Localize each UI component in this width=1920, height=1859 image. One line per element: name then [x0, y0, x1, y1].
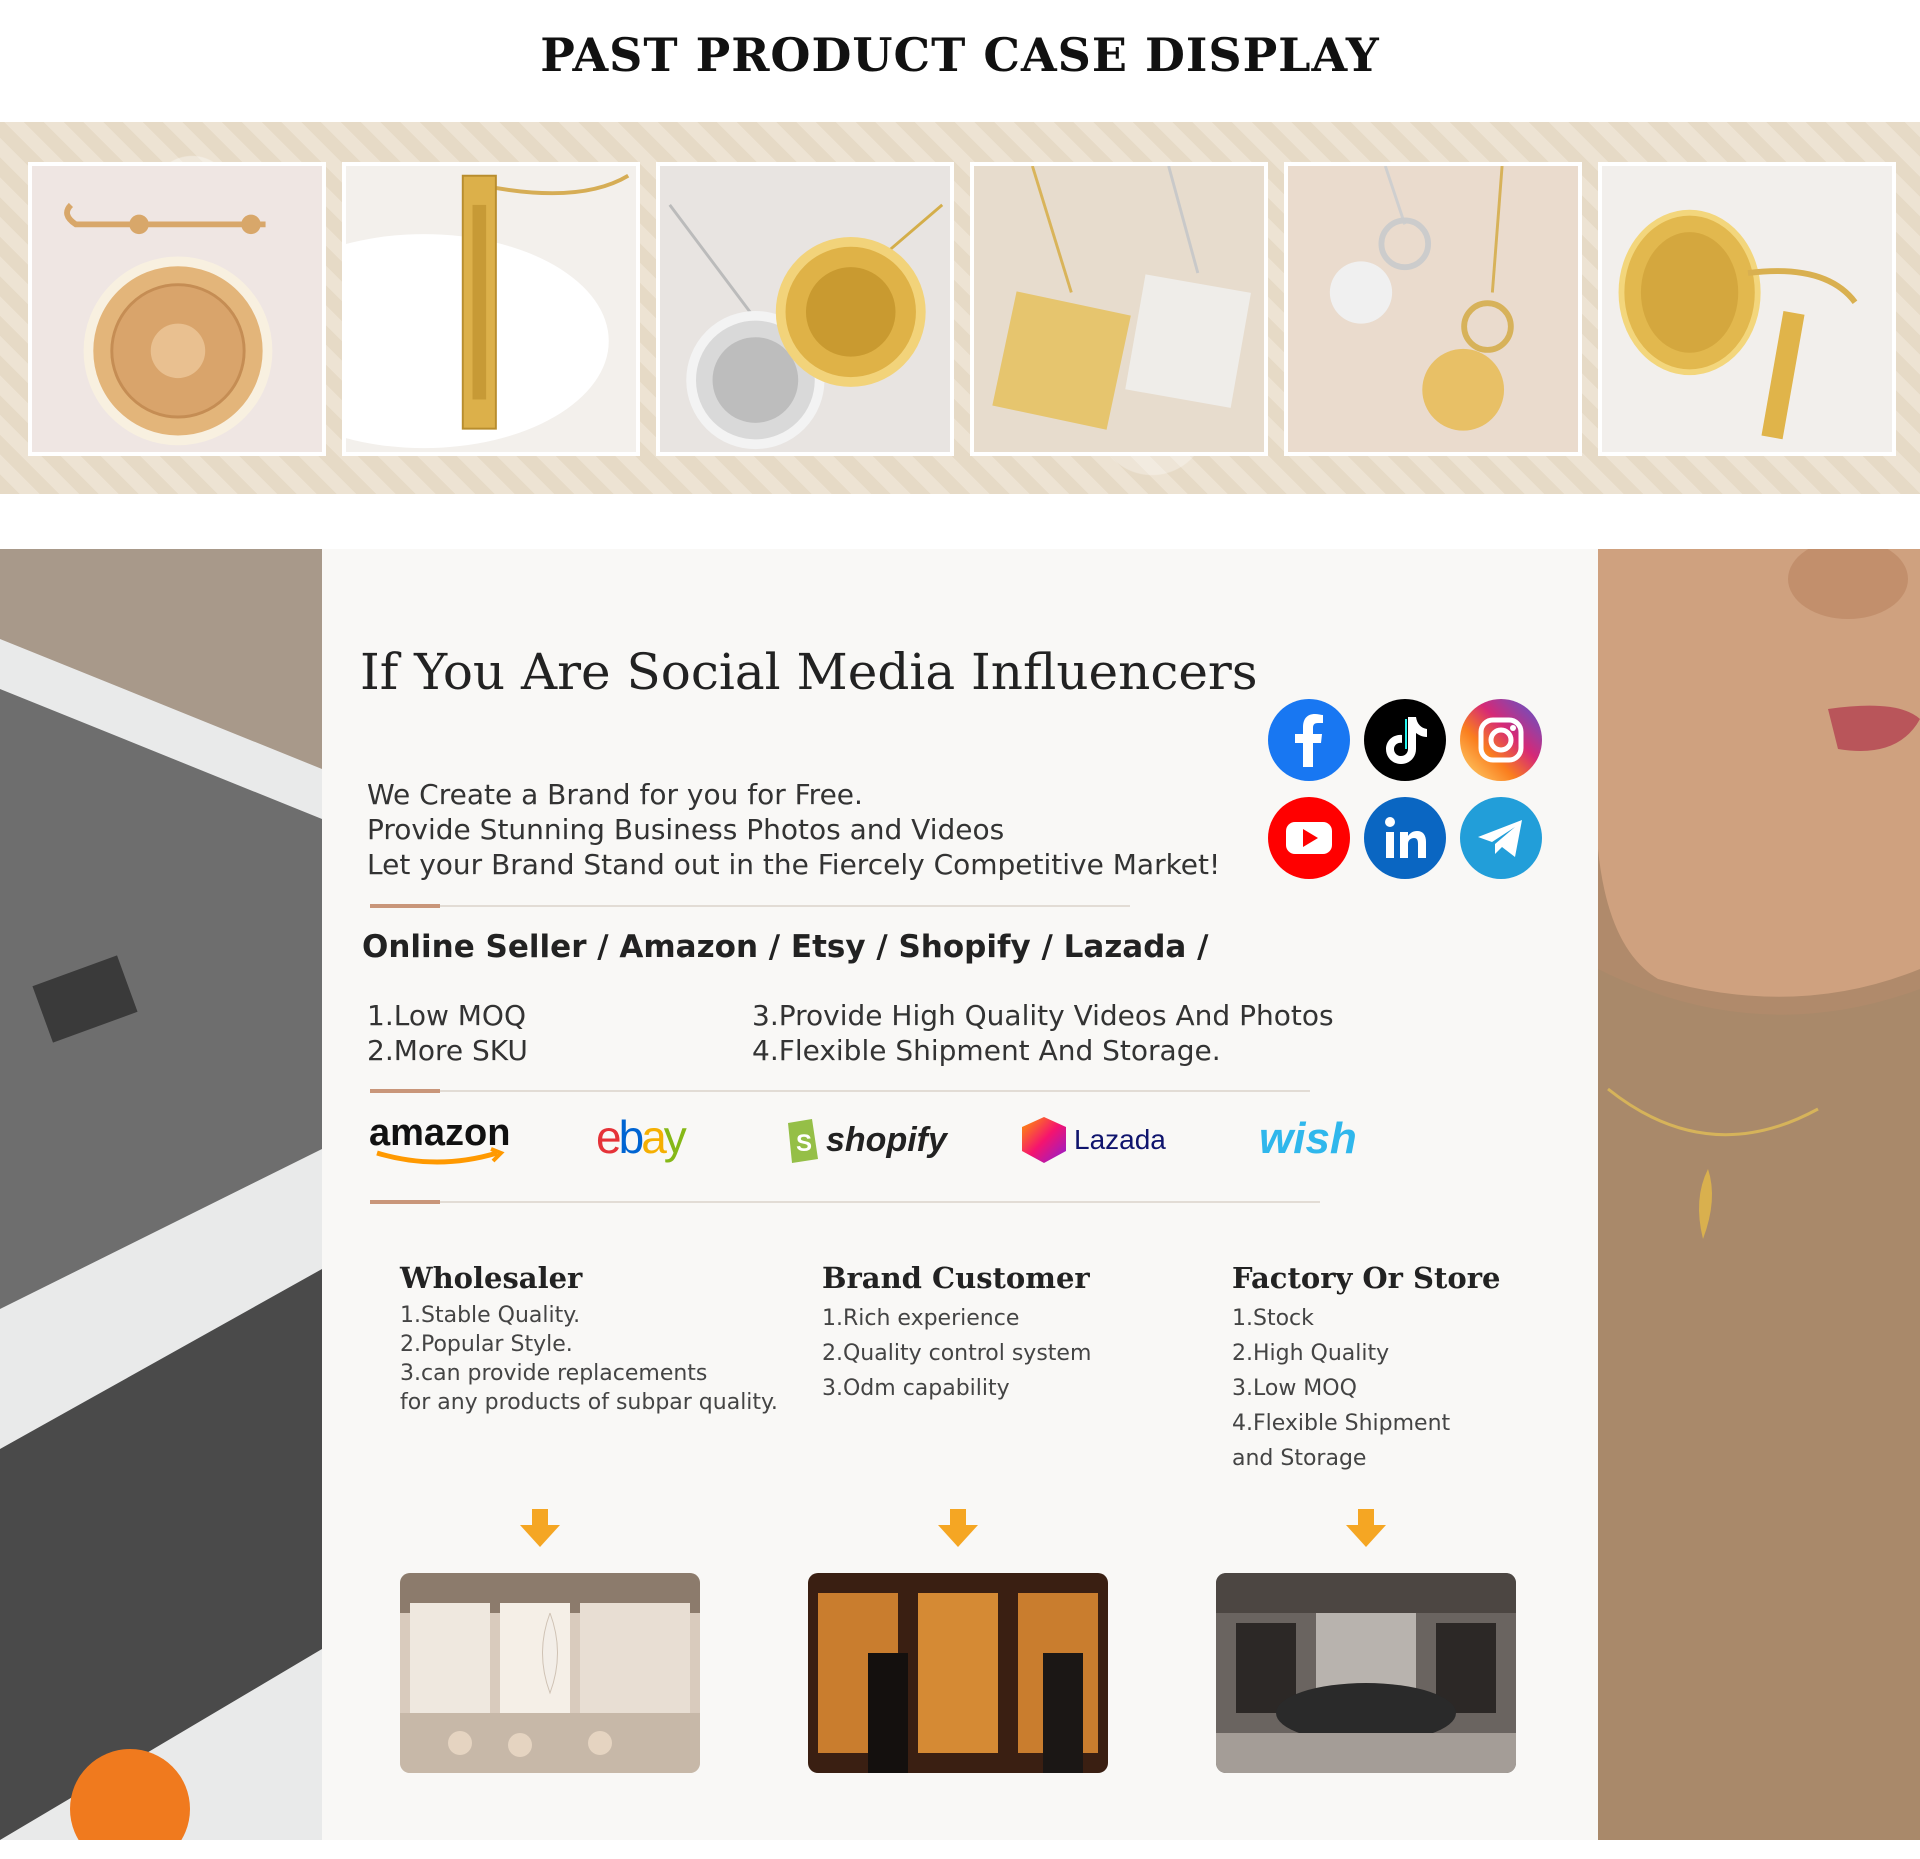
divider: [370, 1089, 1310, 1093]
lazada-logo-text: Lazada: [1074, 1124, 1166, 1155]
arrow-down-icon: [518, 1509, 562, 1549]
wholesaler-title: Wholesaler: [400, 1261, 583, 1295]
youtube-icon[interactable]: [1268, 797, 1350, 879]
intro-text: We Create a Brand for you for Free. Prov…: [367, 777, 1220, 882]
instagram-icon[interactable]: [1460, 699, 1542, 781]
ring-and-bar-photo[interactable]: [1598, 162, 1896, 456]
intro-line: Let your Brand Stand out in the Fiercely…: [367, 848, 1221, 881]
feature-item: 2.More SKU: [367, 1034, 528, 1067]
svg-text:S: S: [796, 1130, 812, 1157]
shopify-logo-text: shopify: [826, 1121, 949, 1159]
feature-item: 4.Flexible Shipment And Storage.: [752, 1034, 1221, 1067]
amazon-logo[interactable]: amazon: [367, 1109, 527, 1169]
intro-line: We Create a Brand for you for Free.: [367, 778, 863, 811]
product-gallery: [0, 122, 1920, 494]
list-item: 2.Popular Style.: [400, 1332, 573, 1357]
lazada-logo[interactable]: Lazada: [1018, 1109, 1178, 1169]
safety-pin-pendant-photo[interactable]: [28, 162, 326, 456]
panel-title: If You Are Social Media Influencers: [360, 643, 1258, 701]
list-item: for any products of subpar quality.: [400, 1390, 778, 1415]
notebook-pendants-photo[interactable]: [970, 162, 1268, 456]
wish-logo[interactable]: wish: [1257, 1109, 1387, 1169]
divider: [370, 904, 1130, 908]
linkedin-icon[interactable]: [1364, 797, 1446, 879]
lower-section: If You Are Social Media Influencers We C…: [0, 549, 1920, 1840]
factory-store-list: 1.Stock 2.High Quality 3.Low MOQ 4.Flexi…: [1232, 1301, 1450, 1476]
amazon-logo-text: amazon: [369, 1112, 510, 1154]
telegram-icon[interactable]: [1460, 797, 1542, 879]
arrow-down-icon: [936, 1509, 980, 1549]
list-item: and Storage: [1232, 1446, 1367, 1471]
list-item: 2.High Quality: [1232, 1341, 1390, 1366]
list-item: 1.Rich experience: [822, 1306, 1020, 1331]
bar-necklace-photo[interactable]: [342, 162, 640, 456]
online-seller-heading: Online Seller / Amazon / Etsy / Shopify …: [362, 929, 1209, 965]
factory-store-photo[interactable]: [1216, 1573, 1516, 1773]
factory-store-title: Factory Or Store: [1232, 1261, 1501, 1295]
list-item: 3.Odm capability: [822, 1376, 1010, 1401]
ebay-logo[interactable]: ebay: [594, 1109, 714, 1169]
list-item: 3.Low MOQ: [1232, 1376, 1357, 1401]
feature-item: 3.Provide High Quality Videos And Photos: [752, 999, 1334, 1032]
brand-customer-title: Brand Customer: [822, 1261, 1090, 1295]
ebay-logo-text: ebay: [596, 1111, 687, 1163]
intro-line: Provide Stunning Business Photos and Vid…: [367, 813, 1005, 846]
list-item: 1.Stable Quality.: [400, 1303, 581, 1328]
list-item: 2.Quality control system: [822, 1341, 1092, 1366]
magazine-background-photo: [0, 549, 322, 1840]
divider: [370, 1200, 1320, 1204]
wholesale-display-photo[interactable]: [400, 1573, 700, 1773]
shopify-logo[interactable]: S shopify: [782, 1109, 952, 1169]
feature-item: 1.Low MOQ: [367, 999, 526, 1032]
toggle-necklaces-photo[interactable]: [1284, 162, 1582, 456]
locket-necklaces-photo[interactable]: [656, 162, 954, 456]
content-panel: If You Are Social Media Influencers We C…: [322, 549, 1598, 1840]
page-title: PAST PRODUCT CASE DISPLAY: [540, 28, 1380, 82]
arrow-down-icon: [1344, 1509, 1388, 1549]
list-item: 3.can provide replacements: [400, 1361, 708, 1386]
facebook-icon[interactable]: [1268, 699, 1350, 781]
wish-logo-text: wish: [1259, 1114, 1357, 1163]
tiktok-icon[interactable]: [1364, 699, 1446, 781]
brand-store-photo[interactable]: [808, 1573, 1108, 1773]
list-item: 1.Stock: [1232, 1306, 1314, 1331]
wholesaler-list: 1.Stable Quality. 2.Popular Style. 3.can…: [400, 1301, 778, 1417]
model-necklace-photo: [1598, 549, 1920, 1840]
list-item: 4.Flexible Shipment: [1232, 1411, 1451, 1436]
brand-customer-list: 1.Rich experience 2.Quality control syst…: [822, 1301, 1091, 1406]
